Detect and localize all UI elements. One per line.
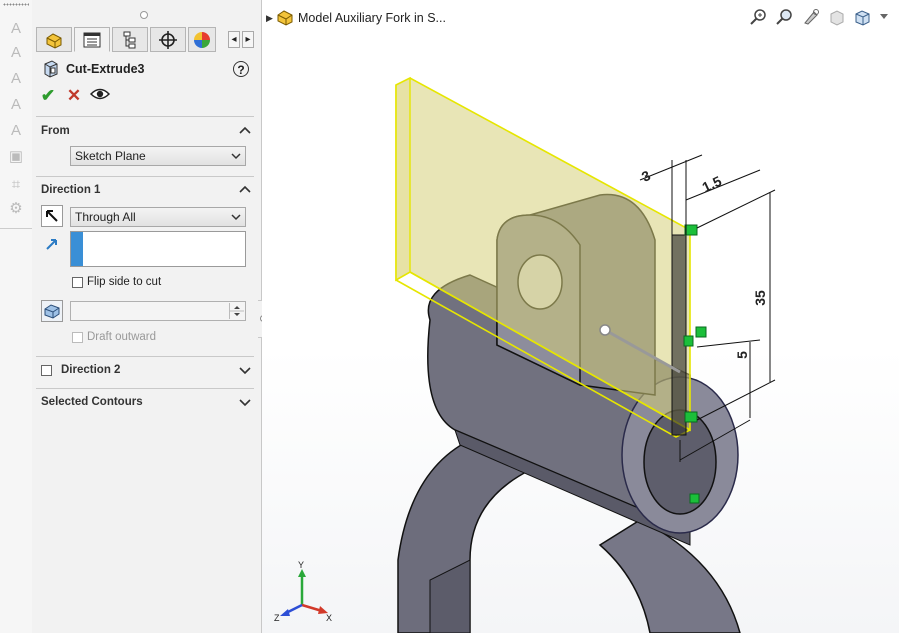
format-painter-icon[interactable]: A (6, 96, 26, 114)
cut-extrude-icon (44, 60, 58, 78)
draft-toggle-button[interactable] (41, 300, 63, 322)
spell-check-icon[interactable]: A (6, 70, 26, 88)
tab-dimxpert-manager[interactable] (150, 27, 186, 52)
display-manager-icon (194, 31, 210, 48)
draft-outward-label: Draft outward (87, 331, 157, 343)
handle-bore (689, 493, 700, 504)
manager-tabs: ◂ ▸ (36, 27, 260, 53)
chevron-up-icon[interactable] (239, 184, 251, 196)
direction2-section-title[interactable]: Direction 2 (61, 364, 120, 376)
dimension-bottom[interactable]: 5 (734, 351, 750, 359)
feature-manager-icon (46, 32, 62, 49)
grip-dots (3, 3, 29, 6)
direction-vector-icon (46, 239, 57, 250)
direction-arrow-head (599, 324, 611, 336)
tab-scroll-left-button[interactable]: ◂ (228, 31, 240, 48)
cancel-button[interactable]: ✕ (64, 86, 84, 106)
reference-triad: Y X Z (274, 561, 332, 621)
surface-finish-icon[interactable]: ⌗ (6, 176, 26, 194)
panel-grip[interactable] (140, 11, 148, 19)
dimension-height[interactable]: 35 (752, 290, 768, 306)
handle-top (684, 224, 698, 236)
tab-feature-manager[interactable] (36, 27, 72, 52)
flip-side-checkbox[interactable] (72, 277, 83, 288)
handle-mid-b (683, 335, 694, 347)
chevron-down-icon (231, 214, 241, 221)
chevron-down-icon[interactable] (239, 364, 251, 376)
chevron-down-icon[interactable] (239, 396, 251, 408)
section-divider (36, 388, 254, 389)
help-button[interactable]: ? (233, 61, 249, 77)
reverse-direction-button[interactable] (41, 205, 63, 227)
toolbar-divider (0, 228, 32, 229)
draft-angle-spinner[interactable] (229, 303, 244, 319)
feature-title-row: Cut-Extrude3 ? (42, 60, 252, 80)
model-viewport (395, 76, 776, 633)
eye-icon (89, 88, 111, 100)
tab-property-manager[interactable] (74, 27, 110, 52)
property-manager-icon (83, 32, 101, 47)
triad-z-label: Z (274, 613, 280, 621)
chevron-down-icon (231, 153, 241, 160)
graphics-area[interactable]: ▶ Model Auxiliary Fork in S... 3 1.5 35 … (262, 0, 899, 633)
from-combo[interactable]: Sketch Plane (70, 146, 246, 166)
detailed-preview-button[interactable] (89, 86, 111, 106)
selected-contours-section-title[interactable]: Selected Contours (41, 396, 143, 408)
command-strip: A A A A A ▣ ⌗ ⚙ (0, 0, 33, 633)
section-divider (36, 356, 254, 357)
cut-preview-side (395, 76, 411, 282)
arrow-up-left-icon (46, 210, 58, 222)
direction1-section-title[interactable]: Direction 1 (41, 184, 100, 196)
tab-scroll-right-button[interactable]: ▸ (242, 31, 254, 48)
end-condition-value: Through All (75, 210, 136, 224)
from-combo-value: Sketch Plane (75, 149, 146, 163)
property-manager: ◂ ▸ Cut-Extrude3 ? ✔ ✕ From Sketch Plane… (32, 0, 262, 633)
triad-y-label: Y (298, 561, 304, 570)
auto-balloon-icon[interactable]: ▣ (6, 148, 26, 166)
from-section-title[interactable]: From (41, 125, 70, 137)
dimxpert-icon (159, 30, 177, 49)
handle-bottom (684, 411, 698, 423)
configuration-manager-icon (123, 31, 136, 48)
chevron-up-icon[interactable] (239, 125, 251, 137)
sketch-profile (671, 234, 687, 436)
direction2-checkbox[interactable] (41, 365, 52, 376)
spinner-arrows-icon (230, 306, 244, 316)
tab-configuration-manager[interactable] (112, 27, 148, 52)
draft-outward-checkbox[interactable] (72, 332, 83, 343)
fork-arm-right (598, 519, 741, 633)
feature-title: Cut-Extrude3 (66, 62, 145, 76)
balloon-icon[interactable]: A (6, 122, 26, 140)
weld-symbol-icon[interactable]: ⚙ (6, 200, 26, 218)
triad-x-label: X (326, 613, 332, 621)
direction-vector-selection-box[interactable] (70, 231, 246, 267)
section-divider (36, 176, 254, 177)
ok-button[interactable]: ✔ (38, 86, 58, 106)
end-condition-combo[interactable]: Through All (70, 207, 246, 227)
tab-display-manager[interactable] (188, 27, 216, 52)
handle-mid-a (695, 326, 707, 338)
section-divider (36, 116, 254, 117)
draft-icon (44, 304, 60, 319)
draft-angle-input[interactable] (70, 301, 246, 321)
flip-side-label: Flip side to cut (87, 276, 162, 288)
selection-active-indicator (71, 232, 83, 266)
note-icon[interactable]: A (6, 44, 26, 62)
smart-dimension-icon[interactable]: A (6, 20, 26, 38)
